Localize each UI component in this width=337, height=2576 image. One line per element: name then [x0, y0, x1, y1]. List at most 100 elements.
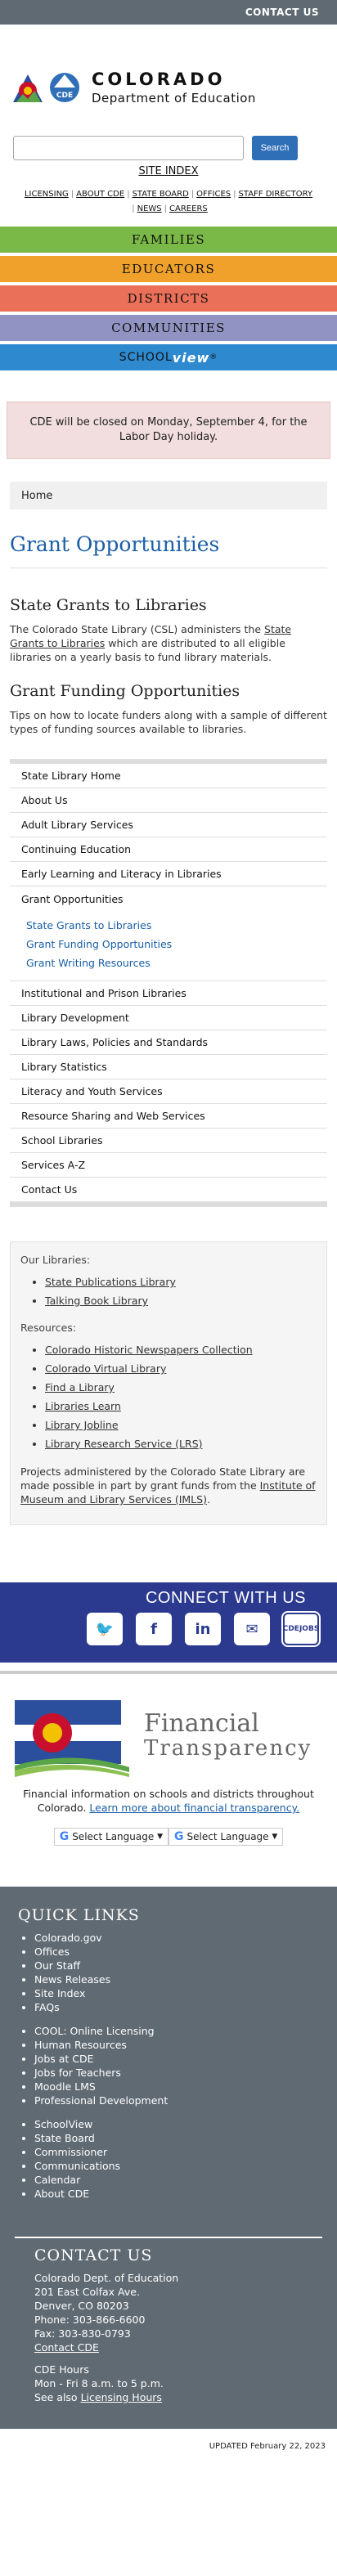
financial-transparency[interactable]: Financial Transparency	[0, 1674, 337, 1777]
chevron-down-icon: ▼	[272, 1833, 278, 1841]
resource-link[interactable]: Talking Book Library	[45, 1291, 317, 1310]
sidenav-item[interactable]: Services A-Z	[10, 1153, 327, 1178]
schoolview-text-a: SCHOOL	[119, 351, 173, 364]
breadcrumb-home[interactable]: Home	[21, 490, 52, 502]
financial-learn-more-link[interactable]: Learn more about financial transparency.	[89, 1802, 299, 1814]
resource-link[interactable]: State Publications Library	[45, 1272, 317, 1291]
contact-line: Denver, CO 80203	[34, 2300, 129, 2312]
resource-link[interactable]: Colorado Historic Newspapers Collection	[45, 1340, 317, 1359]
footer-link[interactable]: News Releases	[34, 1972, 319, 1986]
footer-link[interactable]: FAQs	[34, 2000, 319, 2014]
sidenav-item[interactable]: About Us	[10, 788, 327, 813]
facebook-icon[interactable]: f	[136, 1613, 172, 1645]
nav-communities[interactable]: COMMUNITIES	[0, 315, 337, 344]
contact-line: Fax: 303-830-0793	[34, 2327, 131, 2340]
footer-link[interactable]: Communications	[34, 2159, 319, 2173]
sidenav-item[interactable]: Resource Sharing and Web Services	[10, 1104, 327, 1129]
contact-cde-link[interactable]: Contact CDE	[34, 2340, 319, 2354]
contact-heading: CONTACT US	[34, 2246, 153, 2264]
resource-link[interactable]: Libraries Learn	[45, 1397, 317, 1416]
language-selectors: G Select Language ▼ G Select Language ▼	[0, 1828, 337, 1846]
language-select[interactable]: G Select Language ▼	[168, 1828, 284, 1846]
footer-link[interactable]: SchoolView	[34, 2117, 319, 2131]
sidenav-subitem[interactable]: Grant Funding Opportunities	[10, 935, 327, 954]
sidenav-item[interactable]: Continuing Education	[10, 837, 327, 862]
header-logo[interactable]: CDE COLORADO Department of Education	[0, 25, 337, 124]
sidenav-item[interactable]: State Library Home	[10, 764, 327, 788]
linkedin-icon[interactable]: in	[185, 1613, 221, 1645]
financial-title-2: Transparency	[144, 1735, 312, 1761]
footer-link[interactable]: Professional Development	[34, 2094, 319, 2107]
jobs-text-a: CDE	[282, 1625, 299, 1633]
footer-link[interactable]: Offices	[34, 1945, 319, 1959]
sidenav-submenu: State Grants to Libraries Grant Funding …	[10, 911, 327, 981]
resource-link[interactable]: Find a Library	[45, 1378, 317, 1397]
language-select[interactable]: G Select Language ▼	[53, 1828, 168, 1846]
footer-link[interactable]: Colorado.gov	[34, 1931, 319, 1945]
top-bar: CONTACT US	[0, 0, 337, 25]
sidenav-subitem[interactable]: State Grants to Libraries	[10, 916, 327, 935]
connect-heading: CONNECT WITH US	[145, 1589, 306, 1607]
sidenav-item[interactable]: Institutional and Prison Libraries	[10, 981, 327, 1006]
licensing-hours-link[interactable]: Licensing Hours	[81, 2391, 162, 2403]
footer-link[interactable]: Our Staff	[34, 1959, 319, 1972]
state-board-link[interactable]: STATE BOARD	[133, 190, 189, 199]
about-cde-link[interactable]: ABOUT CDE	[76, 190, 124, 199]
hours-label: CDE Hours	[34, 2363, 89, 2376]
footer-link[interactable]: Jobs at CDE	[34, 2052, 319, 2066]
social-icons: 🐦 f in ✉ CDE JOBS	[0, 1611, 337, 1647]
footer-link[interactable]: Site Index	[34, 1986, 319, 2000]
resource-link[interactable]: Library Research Service (LRS)	[45, 1434, 317, 1453]
footer-link[interactable]: About CDE	[34, 2187, 319, 2201]
contact-us-link[interactable]: CONTACT US	[245, 7, 319, 18]
staff-directory-link[interactable]: STAFF DIRECTORY	[239, 190, 313, 199]
sidenav-item-active[interactable]: Grant Opportunities	[10, 886, 327, 911]
news-link[interactable]: NEWS	[137, 204, 162, 213]
nav-schoolview[interactable]: SCHOOL view ®	[0, 344, 337, 374]
sidenav-item[interactable]: Adult Library Services	[10, 813, 327, 837]
section-heading-state-grants: State Grants to Libraries	[10, 596, 207, 614]
sidenav-item[interactable]: Contact Us	[10, 1178, 327, 1202]
updated-date: UPDATED February 22, 2023	[209, 2442, 326, 2451]
resource-link[interactable]: Library Jobline	[45, 1416, 317, 1434]
nav-districts[interactable]: DISTRICTS	[0, 285, 337, 315]
cde-jobs-icon[interactable]: CDE JOBS	[281, 1611, 321, 1647]
twitter-icon[interactable]: 🐦	[87, 1613, 123, 1645]
contact-info: Colorado Dept. of Education 201 East Col…	[34, 2271, 319, 2404]
search-input[interactable]	[13, 136, 244, 160]
footer-link[interactable]: State Board	[34, 2131, 319, 2145]
sidenav-item[interactable]: Early Learning and Literacy in Libraries	[10, 862, 327, 886]
search-bar: Search	[0, 124, 337, 160]
nav-educators[interactable]: EDUCATORS	[0, 256, 337, 285]
sidenav-item[interactable]: Literacy and Youth Services	[10, 1079, 327, 1104]
quick-links-heading: QUICK LINKS	[18, 1906, 140, 1924]
side-navigation: State Library Home About Us Adult Librar…	[10, 759, 327, 1207]
footer-link[interactable]: COOL: Online Licensing	[34, 2024, 319, 2038]
language-label: Select Language	[72, 1831, 155, 1842]
sidenav-item[interactable]: Library Laws, Policies and Standards	[10, 1030, 327, 1055]
sidenav-item[interactable]: Library Statistics	[10, 1055, 327, 1079]
schoolview-tm: ®	[209, 353, 218, 361]
sidenav-subitem[interactable]: Grant Writing Resources	[10, 954, 327, 972]
footer-link[interactable]: Calendar	[34, 2173, 319, 2187]
sidenav-item[interactable]: School Libraries	[10, 1129, 327, 1153]
footer-link[interactable]: Moodle LMS	[34, 2080, 319, 2094]
section-text-state-grants: The Colorado State Library (CSL) adminis…	[10, 622, 327, 664]
footer-link[interactable]: Human Resources	[34, 2038, 319, 2052]
site-index-link[interactable]: SITE INDEX	[0, 165, 337, 177]
careers-link[interactable]: CAREERS	[169, 204, 208, 213]
search-button[interactable]: Search	[252, 136, 298, 160]
resource-link[interactable]: Colorado Virtual Library	[45, 1359, 317, 1378]
email-icon[interactable]: ✉	[234, 1613, 270, 1645]
footer-quick-links: QUICK LINKS Colorado.gov Offices Our Sta…	[0, 1887, 337, 2429]
nav-families[interactable]: FAMILIES	[0, 227, 337, 256]
hours-text: Mon - Fri 8 a.m. to 5 p.m.	[34, 2377, 164, 2390]
footer-link[interactable]: Jobs for Teachers	[34, 2066, 319, 2080]
footer-link[interactable]: Commissioner	[34, 2145, 319, 2159]
sidenav-item[interactable]: Library Development	[10, 1006, 327, 1030]
licensing-link[interactable]: LICENSING	[25, 190, 69, 199]
offices-link[interactable]: OFFICES	[196, 190, 231, 199]
financial-description: Financial information on schools and dis…	[13, 1787, 324, 1815]
see-also: See also Licensing Hours	[34, 2390, 319, 2404]
connect-with-us: CONNECT WITH US 🐦 f in ✉ CDE JOBS	[0, 1582, 337, 1663]
